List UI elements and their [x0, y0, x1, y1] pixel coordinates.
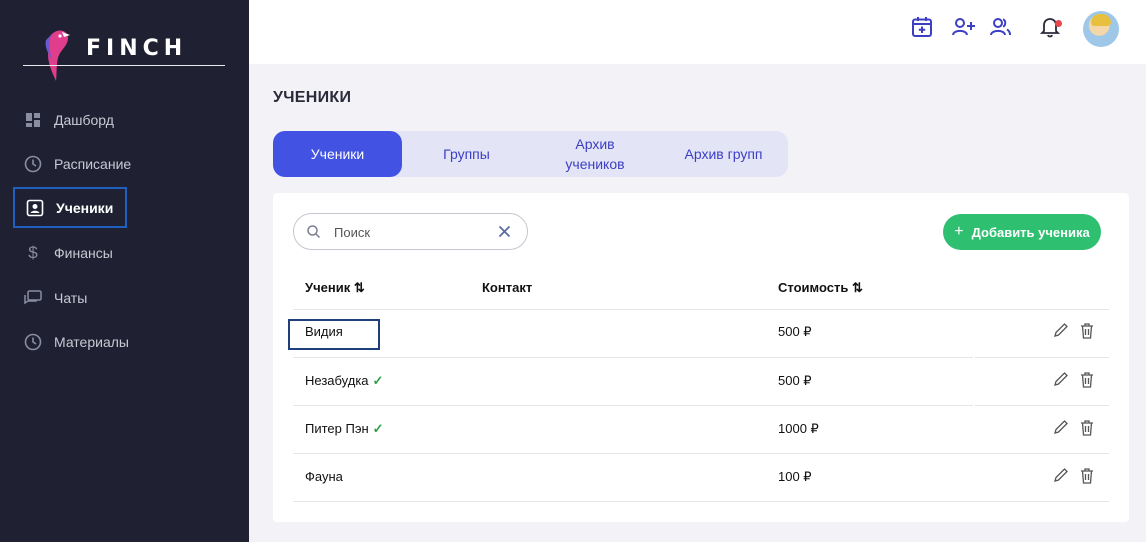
- tabs: Ученики Группы Архив учеников Архив груп…: [273, 131, 788, 177]
- bell-icon[interactable]: [1038, 15, 1062, 39]
- sidebar-item-schedule[interactable]: Расписание: [13, 143, 131, 184]
- column-header-cost[interactable]: Стоимость ⇅: [778, 280, 863, 296]
- search-input[interactable]: [334, 223, 484, 241]
- sort-icon: ⇅: [350, 280, 365, 295]
- student-card-icon: [26, 199, 44, 217]
- sidebar-item-label: Дашборд: [54, 111, 114, 128]
- table-row-cost: 100 ₽: [778, 469, 812, 484]
- avatar-hair: [1091, 14, 1111, 26]
- table-row-name: Фауна: [305, 469, 343, 484]
- sidebar-item-materials[interactable]: Материалы: [13, 321, 129, 362]
- sidebar-item-label: Расписание: [54, 155, 132, 172]
- table-row-cost: 1000 ₽: [778, 421, 819, 436]
- sidebar-item-finance[interactable]: $ Финансы: [13, 232, 127, 273]
- notification-dot: [1055, 20, 1062, 27]
- dashboard-icon: [24, 111, 42, 129]
- sidebar-item-label: Финансы: [54, 244, 113, 261]
- sidebar-item-dashboard[interactable]: Дашборд: [13, 99, 127, 140]
- edit-icon[interactable]: [1052, 466, 1070, 484]
- logo-divider: [23, 65, 225, 66]
- tab-groups[interactable]: Группы: [402, 131, 531, 177]
- add-student-label: Добавить ученика: [971, 224, 1090, 240]
- sidebar-item-label: Ученики: [56, 199, 114, 216]
- brand-logo[interactable]: FINCH: [23, 28, 225, 82]
- user-add-icon[interactable]: [952, 15, 976, 39]
- clock-icon: [24, 155, 42, 173]
- users-icon[interactable]: [988, 15, 1012, 39]
- sidebar-item-label: Чаты: [54, 289, 88, 306]
- edit-icon[interactable]: [1052, 418, 1070, 436]
- plus-icon: +: [954, 223, 964, 240]
- table-row-cost: 500 ₽: [778, 324, 812, 339]
- calendar-add-icon[interactable]: [910, 15, 934, 39]
- trash-icon[interactable]: [1078, 418, 1096, 436]
- search-box: [293, 213, 528, 250]
- tab-groups-archive[interactable]: Архив групп: [659, 131, 788, 177]
- trash-icon[interactable]: [1078, 466, 1096, 484]
- sidebar-item-chats[interactable]: Чаты: [13, 277, 127, 318]
- table-row-name: Питер Пэн ✓: [305, 421, 384, 436]
- table-divider: [975, 405, 1109, 406]
- check-icon: ✓: [372, 373, 384, 388]
- table-divider: [293, 453, 1109, 454]
- column-header-student[interactable]: Ученик ⇅: [305, 280, 365, 296]
- page-title: УЧЕНИКИ: [273, 89, 352, 106]
- close-icon[interactable]: [497, 224, 512, 239]
- tab-students[interactable]: Ученики: [273, 131, 402, 177]
- sidebar: FINCH Дашборд Расписание Ученики $ Финан…: [0, 0, 249, 542]
- finch-bird-icon: [45, 30, 70, 81]
- avatar[interactable]: [1083, 11, 1119, 47]
- check-icon: ✓: [372, 421, 384, 436]
- add-student-button[interactable]: + Добавить ученика: [943, 214, 1101, 250]
- table-row-name: Незабудка ✓: [305, 373, 384, 388]
- dollar-icon: $: [28, 242, 38, 262]
- sidebar-item-students[interactable]: Ученики: [13, 187, 127, 228]
- sidebar-item-label: Материалы: [54, 333, 129, 350]
- search-icon: [307, 225, 321, 239]
- table-divider: [293, 309, 1109, 310]
- top-header: [249, 0, 1146, 64]
- clock-icon: [24, 333, 42, 351]
- table-divider: [293, 405, 973, 406]
- chat-icon: [24, 289, 42, 307]
- trash-icon[interactable]: [1078, 321, 1096, 339]
- edit-icon[interactable]: [1052, 321, 1070, 339]
- selection-highlight: [288, 319, 380, 350]
- sort-icon: ⇅: [848, 280, 863, 295]
- table-divider: [975, 357, 1109, 358]
- tab-students-archive[interactable]: Архив учеников: [531, 131, 659, 177]
- trash-icon[interactable]: [1078, 370, 1096, 388]
- column-header-contact: Контакт: [482, 280, 533, 295]
- table-row-cost: 500 ₽: [778, 373, 812, 388]
- table-divider: [293, 501, 1109, 502]
- edit-icon[interactable]: [1052, 370, 1070, 388]
- table-divider: [293, 357, 973, 358]
- brand-name: FINCH: [86, 36, 188, 61]
- students-card: + Добавить ученика Ученик ⇅ Контакт Стои…: [273, 193, 1129, 522]
